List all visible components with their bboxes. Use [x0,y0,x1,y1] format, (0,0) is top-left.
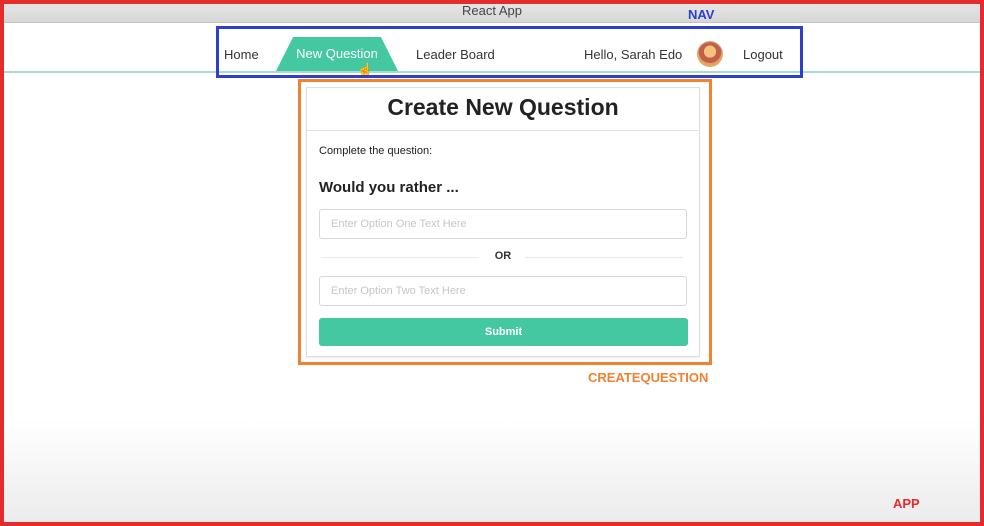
app-annotation-box [0,0,984,526]
app-annotation-label: APP [893,496,920,511]
app-frame: React App Home New Question Leader Board… [0,0,984,526]
